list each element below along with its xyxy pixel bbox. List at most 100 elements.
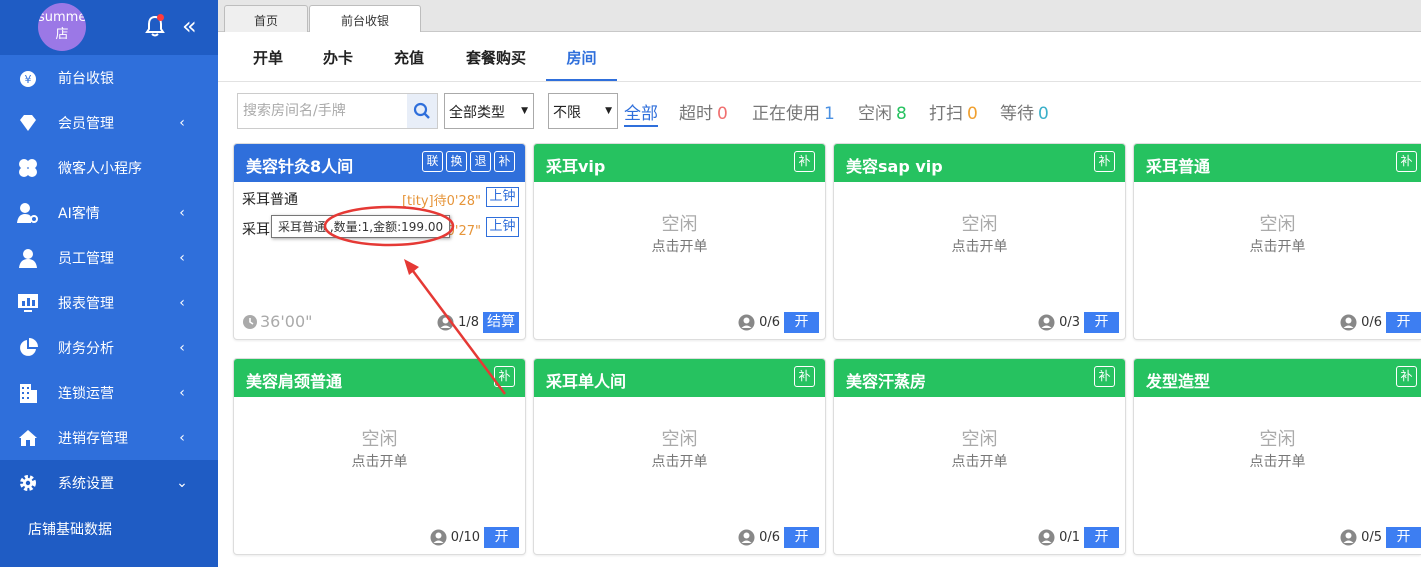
- open-button[interactable]: 开: [1386, 527, 1421, 548]
- sidebar-subitem-store-data[interactable]: 店铺基础数据: [28, 519, 112, 539]
- occupancy: 0/6: [1340, 314, 1382, 331]
- room-card[interactable]: 采耳普通 补 空闲 点击开单 0/6 开: [1133, 143, 1421, 340]
- filter-idle[interactable]: 空闲 8: [858, 99, 907, 124]
- supplement-button[interactable]: 补: [494, 151, 515, 172]
- swap-button[interactable]: 换: [446, 151, 467, 172]
- occupancy-value: 0/1: [1059, 530, 1080, 545]
- refund-button[interactable]: 退: [470, 151, 491, 172]
- chevron-left-icon: ‹: [179, 339, 185, 356]
- avatar[interactable]: summer5A店: [38, 3, 86, 51]
- filter-label: 超时: [679, 104, 713, 124]
- idle-status: 空闲: [1259, 429, 1296, 450]
- occupancy-value: 0/10: [450, 530, 480, 545]
- room-type-value: 全部类型: [449, 105, 505, 121]
- sidebar-item-chain[interactable]: 连锁运营 ‹: [0, 370, 218, 415]
- open-button[interactable]: 开: [484, 527, 519, 548]
- open-order-hint[interactable]: 点击开单: [534, 451, 825, 471]
- chevron-left-icon: ‹: [179, 384, 185, 401]
- sidebar-item-members[interactable]: 会员管理 ‹: [0, 100, 218, 145]
- filter-label: 正在使用: [752, 104, 820, 124]
- room-card[interactable]: 美容sap vip 补 空闲 点击开单 0/3 开: [833, 143, 1126, 340]
- room-card[interactable]: 美容汗蒸房 补 空闲 点击开单 0/1 开: [833, 358, 1126, 555]
- search-input[interactable]: [238, 94, 408, 128]
- sidebar-item-mini-program[interactable]: 微客人小程序: [0, 145, 218, 190]
- occupancy: 0/1: [1038, 529, 1080, 546]
- open-button[interactable]: 开: [1084, 312, 1119, 333]
- tab-order[interactable]: 开单: [246, 33, 290, 81]
- idle-status: 空闲: [661, 214, 698, 235]
- room-card[interactable]: 采耳vip 补 空闲 点击开单 0/6 开: [533, 143, 826, 340]
- supplement-button[interactable]: 补: [1094, 151, 1115, 172]
- sidebar-item-reports[interactable]: 报表管理 ‹: [0, 280, 218, 325]
- chevron-left-icon: ‹: [179, 429, 185, 446]
- sidebar-item-label: 会员管理: [58, 115, 114, 132]
- start-service-button[interactable]: 上钟: [486, 217, 519, 237]
- sidebar-item-finance[interactable]: 财务分析 ‹: [0, 325, 218, 370]
- open-order-hint[interactable]: 点击开单: [1134, 236, 1421, 256]
- tab-package[interactable]: 套餐购买: [461, 33, 531, 81]
- filter-all[interactable]: 全部: [624, 99, 658, 127]
- service-tooltip: 采耳普通 ,数量:1,金额:199.00: [271, 215, 451, 238]
- filter-label: 等待: [1000, 104, 1034, 124]
- occupancy: 0/3: [1038, 314, 1080, 331]
- room-card[interactable]: 采耳单人间 补 空闲 点击开单 0/6 开: [533, 358, 826, 555]
- room-card-header: 发型造型 补: [1134, 359, 1421, 397]
- filter-overtime[interactable]: 超时 0: [679, 99, 728, 124]
- sidebar-item-staff[interactable]: 员工管理 ‹: [0, 235, 218, 280]
- open-button[interactable]: 开: [1084, 527, 1119, 548]
- supplement-button[interactable]: 补: [1396, 366, 1417, 387]
- open-order-hint[interactable]: 点击开单: [834, 236, 1125, 256]
- occupancy-value: 0/5: [1361, 530, 1382, 545]
- page-tab-cashier[interactable]: 前台收银: [309, 5, 421, 32]
- chevron-left-icon: ‹: [179, 114, 185, 131]
- collapse-sidebar-icon[interactable]: «: [182, 12, 197, 40]
- page-tab-home[interactable]: 首页: [224, 5, 308, 32]
- open-order-hint[interactable]: 点击开单: [534, 236, 825, 256]
- sidebar-item-settings[interactable]: 系统设置 ⌄: [0, 460, 218, 505]
- start-service-button[interactable]: 上钟: [486, 187, 519, 207]
- supplement-button[interactable]: 补: [494, 366, 515, 387]
- link-button[interactable]: 联: [422, 151, 443, 172]
- chevron-left-icon: ‹: [179, 249, 185, 266]
- supplement-button[interactable]: 补: [1094, 366, 1115, 387]
- open-button[interactable]: 开: [784, 527, 819, 548]
- user-circle-icon: [738, 314, 755, 331]
- filter-cleaning[interactable]: 打扫 0: [929, 99, 978, 124]
- sidebar-item-label: 微客人小程序: [58, 160, 142, 177]
- tab-rooms[interactable]: 房间: [546, 33, 617, 81]
- checkout-button[interactable]: 结算: [483, 312, 519, 333]
- sidebar-item-label: 进销存管理: [58, 430, 128, 447]
- sidebar-item-label: 前台收银: [58, 70, 114, 87]
- idle-status: 空闲: [661, 429, 698, 450]
- filter-waiting[interactable]: 等待 0: [1000, 99, 1049, 124]
- user-key-icon: [17, 202, 39, 224]
- supplement-button[interactable]: 补: [794, 366, 815, 387]
- search-button[interactable]: [407, 94, 437, 128]
- filter-count: 8: [896, 104, 907, 124]
- user-circle-icon: [738, 529, 755, 546]
- room-card[interactable]: 美容肩颈普通 补 空闲 点击开单 0/10 开: [233, 358, 526, 555]
- open-button[interactable]: 开: [1386, 312, 1421, 333]
- tab-card[interactable]: 办卡: [316, 33, 360, 81]
- room-type-select[interactable]: 全部类型 ▼: [444, 93, 534, 129]
- filter-in-use[interactable]: 正在使用 1: [752, 99, 835, 124]
- sidebar-item-ai-customer[interactable]: AI客情 ‹: [0, 190, 218, 235]
- open-button[interactable]: 开: [784, 312, 819, 333]
- supplement-button[interactable]: 补: [794, 151, 815, 172]
- open-order-hint[interactable]: 点击开单: [834, 451, 1125, 471]
- supplement-button[interactable]: 补: [1396, 151, 1417, 172]
- open-order-hint[interactable]: 点击开单: [1134, 451, 1421, 471]
- limit-select[interactable]: 不限 ▼: [548, 93, 618, 129]
- sidebar-item-cashier[interactable]: ¥ 前台收银: [0, 55, 218, 100]
- occupancy: 0/5: [1340, 529, 1382, 546]
- room-card[interactable]: 美容针灸8人间 联 换 退 补 采耳普通 [tity]待0'28" 上钟 采耳 …: [233, 143, 526, 340]
- search-box: [237, 93, 438, 129]
- open-order-hint[interactable]: 点击开单: [234, 451, 525, 471]
- room-card[interactable]: 发型造型 补 空闲 点击开单 0/5 开: [1133, 358, 1421, 555]
- sidebar-item-inventory[interactable]: 进销存管理 ‹: [0, 415, 218, 460]
- user-circle-icon: [430, 529, 447, 546]
- filter-label: 全部: [624, 104, 658, 124]
- clover-icon: [17, 157, 39, 179]
- tab-recharge[interactable]: 充值: [387, 33, 431, 81]
- chevron-left-icon: ‹: [179, 294, 185, 311]
